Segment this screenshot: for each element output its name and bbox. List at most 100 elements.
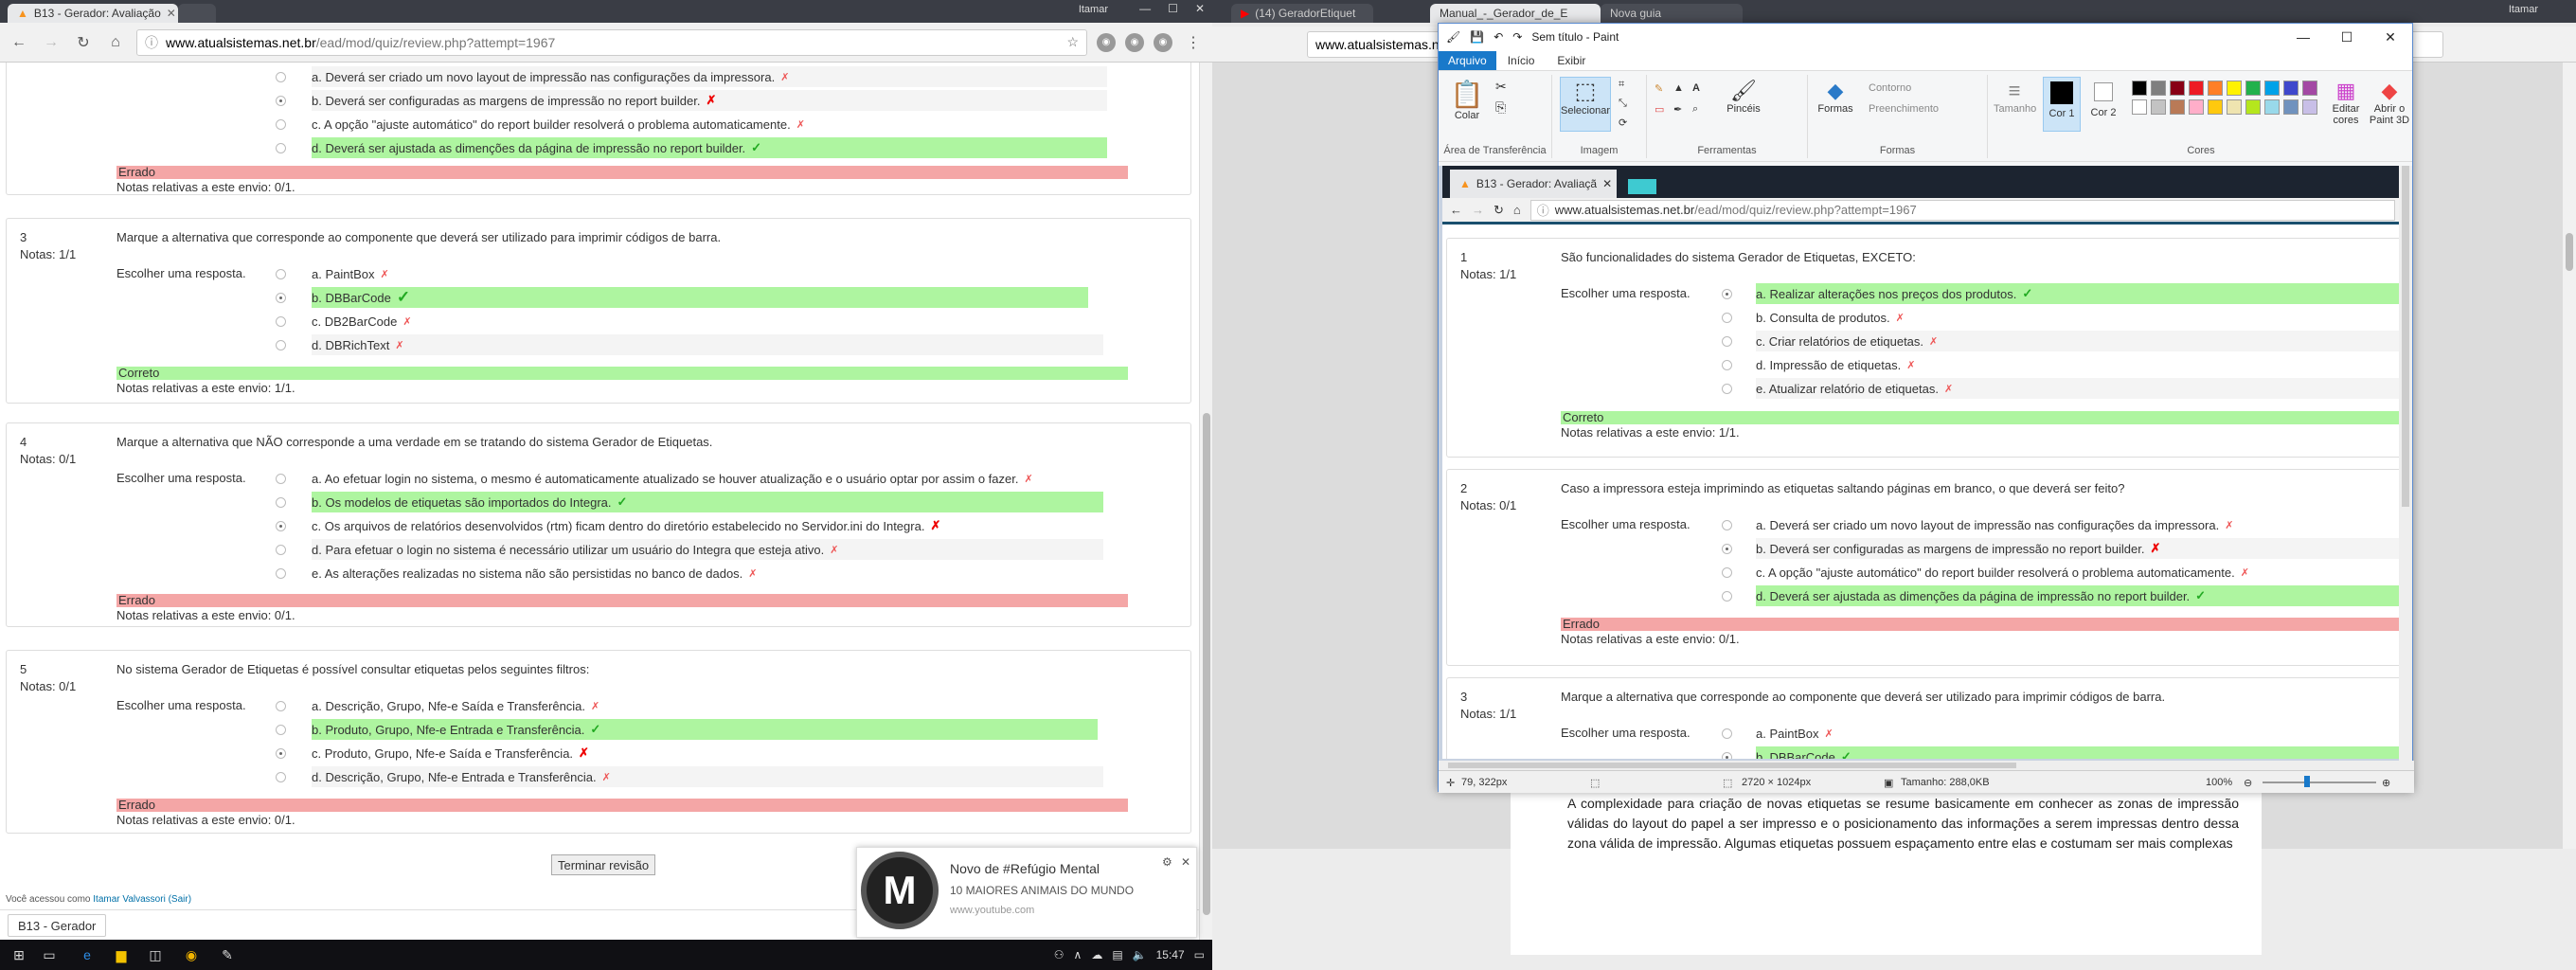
option-row[interactable]: e. As alterações realizadas no sistema n…	[312, 563, 1103, 584]
option-row-correct[interactable]: b. DBBarCode ✓	[312, 287, 1088, 308]
redo-icon[interactable]: ↷	[1512, 30, 1522, 44]
left-profile-name[interactable]: Itamar	[1079, 4, 1108, 15]
option-row[interactable]: a. Ao efetuar login no sistema, o mesmo …	[312, 468, 1103, 489]
volume-icon[interactable]: 🔈	[1133, 948, 1147, 961]
menu-arquivo[interactable]: Arquivo	[1439, 50, 1496, 70]
color-swatch[interactable]	[2170, 99, 2185, 115]
option-radio[interactable]	[276, 143, 286, 153]
option-radio[interactable]	[276, 497, 286, 508]
extension-icon-2[interactable]: ◉	[1125, 32, 1144, 52]
extension-icon-1[interactable]: ◉	[1097, 32, 1116, 52]
color-swatch[interactable]	[2227, 81, 2242, 96]
right-tab-youtube[interactable]: ▶ (14) GeradorEtiquet	[1231, 4, 1373, 23]
option-radio[interactable]	[276, 293, 286, 303]
scroll-thumb[interactable]	[2566, 233, 2573, 271]
action-center-icon[interactable]: ▭	[1194, 948, 1205, 961]
option-row[interactable]: c. A opção "ajuste automático" do report…	[312, 114, 1107, 135]
finish-review-button[interactable]: Terminar revisão	[551, 854, 656, 875]
pencil-icon[interactable]: ✎	[1655, 82, 1663, 95]
scroll-thumb[interactable]	[1448, 763, 2016, 768]
user-profile-link[interactable]: Itamar Valvassori	[93, 894, 166, 905]
color1-button[interactable]: Cor 1	[2043, 77, 2081, 132]
color-swatch[interactable]	[2189, 99, 2204, 115]
youtube-notification[interactable]: M Novo de #Refúgio Mental 10 MAIORES ANI…	[856, 847, 1197, 938]
option-radio[interactable]	[276, 96, 286, 106]
option-radio[interactable]	[276, 568, 286, 579]
option-row-correct[interactable]: d. Deverá ser ajustada as dimenções da p…	[312, 137, 1107, 158]
right-tab-manual[interactable]: Manual_-_Gerador_de_E	[1430, 4, 1601, 23]
paint-icon[interactable]: ✎	[220, 947, 235, 962]
option-row[interactable]: b. Deverá ser configuradas as margens de…	[312, 90, 1107, 111]
color-swatch[interactable]	[2264, 81, 2280, 96]
paint-canvas[interactable]: ▲ B13 - Gerador: Avaliaçã ✕ ← → ↻ ⌂ ⓘ ww…	[1442, 166, 2403, 759]
close-icon[interactable]: ✕	[2369, 24, 2412, 50]
color-swatch[interactable]	[2170, 81, 2185, 96]
save-icon[interactable]: 💾	[1470, 30, 1484, 44]
color-swatch[interactable]	[2302, 81, 2317, 96]
option-row[interactable]: c. DB2BarCode ✗	[312, 311, 1103, 332]
reload-icon[interactable]: ↻	[72, 31, 95, 54]
color-swatch[interactable]	[2151, 99, 2166, 115]
resize-icon[interactable]: ⤡	[1619, 98, 1627, 110]
zoom-in-icon[interactable]: ⊕	[2382, 777, 2390, 789]
option-row[interactable]: c. Os arquivos de relatórios desenvolvid…	[312, 515, 1103, 536]
clock[interactable]: 15:47	[1156, 948, 1185, 961]
outline-dropdown[interactable]: Contorno	[1869, 82, 1911, 94]
extension-icon-3[interactable]: ◉	[1154, 32, 1172, 52]
edit-colors-button[interactable]: ▦ Editar cores	[2327, 79, 2365, 126]
fill-icon[interactable]: ▲	[1673, 82, 1684, 94]
task-view-icon[interactable]: ▭	[42, 947, 57, 962]
color-swatch[interactable]	[2264, 99, 2280, 115]
option-radio[interactable]	[276, 340, 286, 350]
color-swatch[interactable]	[2283, 81, 2299, 96]
option-row[interactable]: d. Descrição, Grupo, Nfe-e Entrada e Tra…	[312, 766, 1103, 787]
rotate-icon[interactable]: ⟳	[1619, 117, 1627, 129]
color-swatch[interactable]	[2132, 81, 2147, 96]
text-icon[interactable]: A	[1692, 82, 1700, 94]
page-scrollbar[interactable]	[1199, 63, 1212, 940]
option-radio[interactable]	[276, 521, 286, 531]
paint3d-button[interactable]: ◆ Abrir o Paint 3D	[2369, 79, 2410, 126]
color-swatch[interactable]	[2283, 99, 2299, 115]
cloud-icon[interactable]: ☁	[1091, 948, 1102, 961]
color-picker-icon[interactable]: ✒	[1673, 103, 1682, 116]
option-row[interactable]: a. PaintBox ✗	[312, 263, 1103, 284]
color-swatch[interactable]	[2151, 81, 2166, 96]
option-radio[interactable]	[276, 474, 286, 484]
tab-close-icon[interactable]: ✕	[167, 7, 176, 20]
zoom-slider[interactable]	[2263, 781, 2376, 783]
notification-close-icon[interactable]: ✕	[1181, 855, 1190, 869]
undo-icon[interactable]: ↶	[1494, 30, 1503, 44]
color-swatch[interactable]	[2245, 81, 2261, 96]
crop-icon[interactable]: ⌗	[1619, 79, 1624, 91]
maximize-icon[interactable]: ☐	[2325, 24, 2369, 50]
option-row[interactable]: a. Descrição, Grupo, Nfe-e Saída e Trans…	[312, 695, 1103, 716]
option-row-correct[interactable]: b. Os modelos de etiquetas são importado…	[312, 492, 1103, 512]
zoom-slider-thumb[interactable]	[2304, 776, 2310, 787]
scroll-thumb[interactable]	[2402, 166, 2409, 507]
color-swatch[interactable]	[2132, 99, 2147, 115]
option-row[interactable]: d. DBRichText ✗	[312, 334, 1103, 355]
back-icon[interactable]: ←	[8, 31, 30, 54]
option-row-correct[interactable]: b. Produto, Grupo, Nfe-e Entrada e Trans…	[312, 719, 1098, 740]
windows-start-icon[interactable]: ⊞	[11, 947, 27, 962]
option-radio[interactable]	[276, 269, 286, 279]
left-tab-quiz[interactable]: ▲ B13 - Gerador: Avaliação ✕	[8, 4, 178, 23]
fill-dropdown[interactable]: Preenchimento	[1869, 103, 1939, 115]
menu-inicio[interactable]: Início	[1496, 51, 1547, 70]
left-tab-new[interactable]	[178, 4, 216, 23]
bookmark-star-icon[interactable]: ☆	[1066, 34, 1079, 50]
color2-button[interactable]: Cor 2	[2084, 77, 2122, 118]
home-icon[interactable]: ⌂	[104, 31, 127, 54]
color-swatch[interactable]	[2245, 99, 2261, 115]
right-scrollbar[interactable]	[2563, 63, 2576, 849]
settings-gear-icon[interactable]: ⚙	[1162, 855, 1172, 869]
option-radio[interactable]	[276, 772, 286, 782]
file-explorer-icon[interactable]: ▆	[114, 947, 129, 962]
tray-chevron-icon[interactable]: ∧	[1074, 948, 1082, 961]
maximize-icon[interactable]: ☐	[1168, 2, 1178, 15]
option-radio[interactable]	[276, 725, 286, 735]
option-row[interactable]: a. Deverá ser criado um novo layout de i…	[312, 66, 1107, 87]
store-icon[interactable]: ◫	[148, 947, 163, 962]
color-swatch[interactable]	[2189, 81, 2204, 96]
